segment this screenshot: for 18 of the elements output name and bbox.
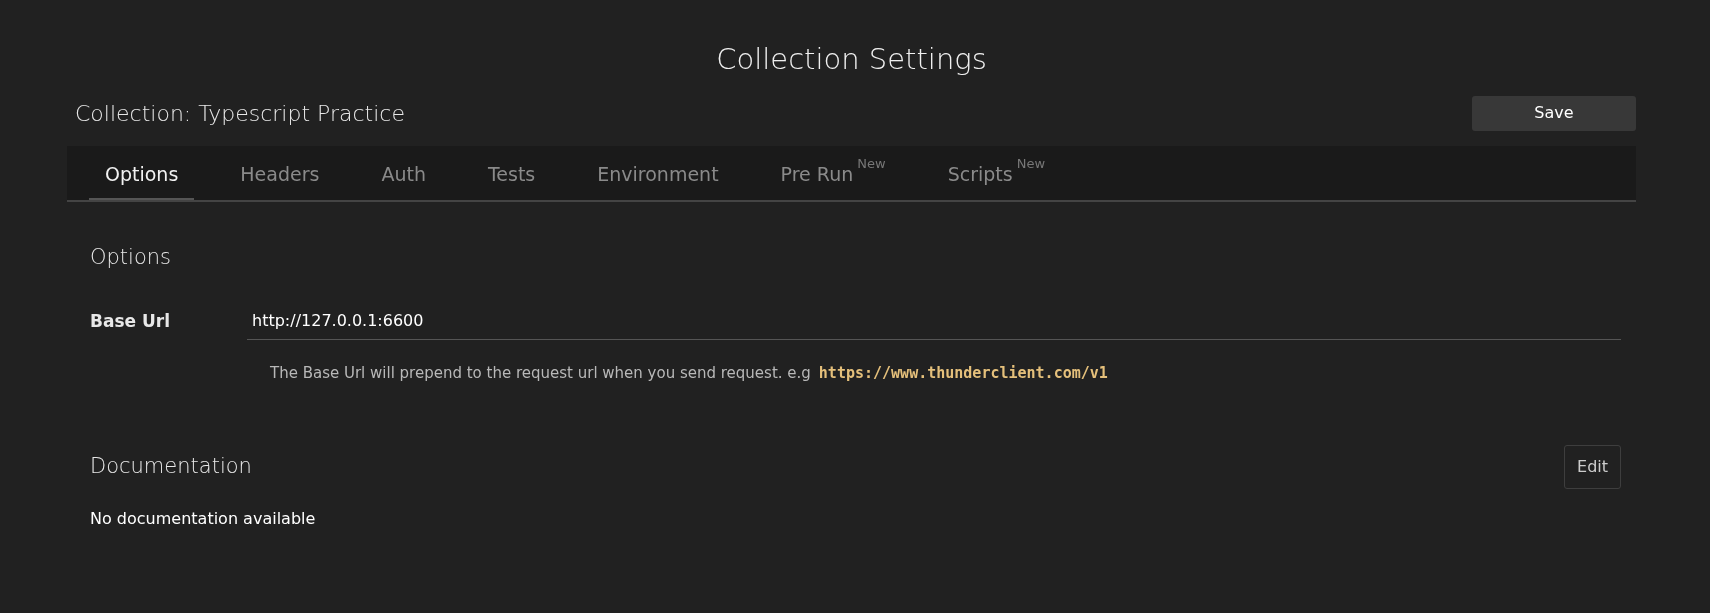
tab[interactable]: Pre Run $^{New}$ [764,145,902,200]
tab[interactable]: Auth [365,145,442,200]
tab[interactable]: Scripts $^{New}$ [931,145,1061,200]
page-title: Collection Settings [715,41,988,78]
save-button[interactable]: Save [1472,95,1636,131]
edit-button[interactable]: Edit [1564,444,1621,489]
tab[interactable]: Environment [581,145,735,200]
documentation-text: No documentation available [89,507,317,530]
collection-title: Collection: Typescript Practice [74,99,405,128]
example-url: https://www.thunderclient.com/v1 [818,363,1108,384]
tab[interactable]: Headers [224,145,336,200]
tab[interactable]: Options [89,145,195,200]
base-url-field[interactable]: http://127.0.0.1:6600 [247,303,1621,340]
field-label: Base Url [89,309,171,333]
help-text: The Base Url will prepend to the request url when you send request. e.g [270,363,811,384]
section-heading: Options [89,243,173,271]
tab[interactable]: Tests [471,145,552,200]
section-heading: Documentation [89,452,252,480]
